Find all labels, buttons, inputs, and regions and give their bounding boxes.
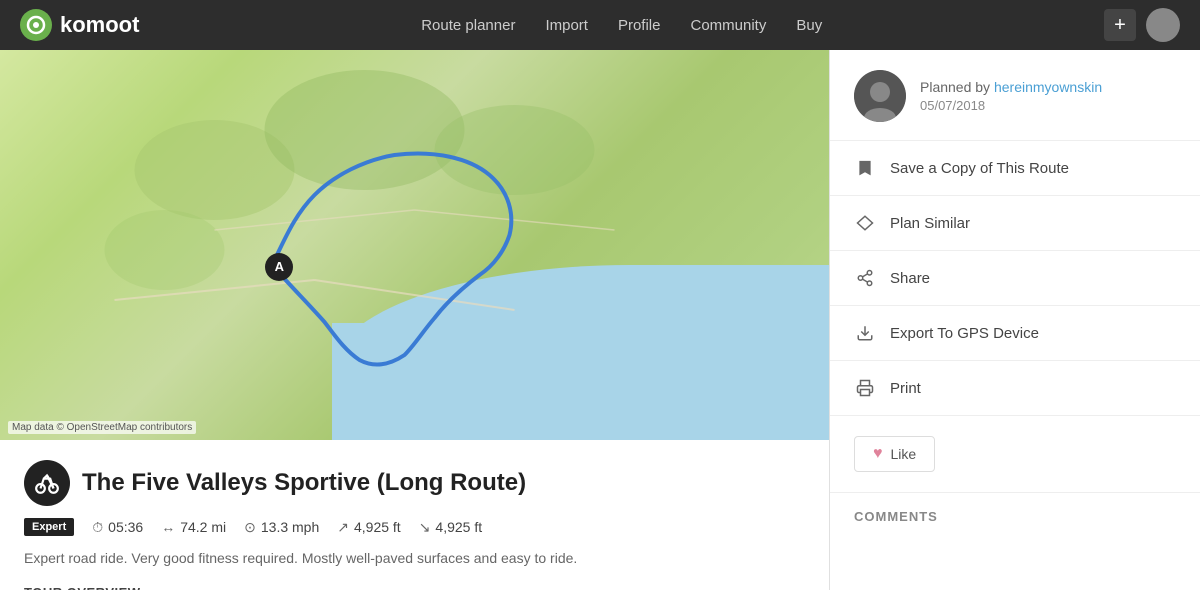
main-nav: Route planner Import Profile Community B… bbox=[421, 17, 822, 34]
route-info: The Five Valleys Sportive (Long Route) E… bbox=[0, 440, 829, 590]
action-export-gps-label: Export To GPS Device bbox=[890, 325, 1039, 342]
share-icon bbox=[854, 267, 876, 289]
download-icon bbox=[854, 322, 876, 344]
action-save-copy-label: Save a Copy of This Route bbox=[890, 160, 1069, 177]
clock-icon: ⏱ bbox=[92, 519, 103, 536]
bookmark-icon bbox=[854, 157, 876, 179]
nav-profile[interactable]: Profile bbox=[618, 17, 661, 34]
nav-community[interactable]: Community bbox=[691, 17, 767, 34]
action-share-label: Share bbox=[890, 270, 930, 287]
stat-ascent: ↗ 4,925 ft bbox=[337, 519, 400, 536]
map-area[interactable]: A Map data © OpenStreetMap contributors bbox=[0, 50, 829, 440]
sidebar-actions: Save a Copy of This Route Plan Similar bbox=[830, 141, 1200, 416]
route-title-row: The Five Valleys Sportive (Long Route) bbox=[24, 460, 805, 506]
planner-link[interactable]: hereinmyownskin bbox=[994, 79, 1102, 95]
main-header: komoot Route planner Import Profile Comm… bbox=[0, 0, 1200, 50]
action-save-copy[interactable]: Save a Copy of This Route bbox=[830, 141, 1200, 196]
stat-distance: ↔ 74.2 mi bbox=[161, 519, 226, 535]
logo[interactable]: komoot bbox=[20, 9, 139, 41]
left-panel: A Map data © OpenStreetMap contributors bbox=[0, 50, 830, 590]
planned-by-section: Planned by hereinmyownskin 05/07/2018 bbox=[830, 50, 1200, 141]
diamond-icon bbox=[854, 212, 876, 234]
action-plan-similar[interactable]: Plan Similar bbox=[830, 196, 1200, 251]
like-label: Like bbox=[891, 446, 917, 462]
planner-avatar bbox=[854, 70, 906, 122]
bike-icon-circle bbox=[24, 460, 70, 506]
add-button[interactable]: + bbox=[1104, 9, 1136, 41]
action-export-gps[interactable]: Export To GPS Device bbox=[830, 306, 1200, 361]
nav-import[interactable]: Import bbox=[545, 17, 588, 34]
map-copyright: Map data © OpenStreetMap contributors bbox=[8, 421, 196, 434]
nav-route-planner[interactable]: Route planner bbox=[421, 17, 515, 34]
stat-descent: ↘ 4,925 ft bbox=[419, 519, 482, 536]
stat-speed: ⊙ 13.3 mph bbox=[244, 519, 319, 536]
like-button[interactable]: ♥ Like bbox=[854, 436, 935, 472]
action-plan-similar-label: Plan Similar bbox=[890, 215, 970, 232]
route-description: Expert road ride. Very good fitness requ… bbox=[24, 548, 805, 569]
logo-icon bbox=[20, 9, 52, 41]
logo-text: komoot bbox=[60, 12, 139, 38]
comments-label: COMMENTS bbox=[854, 509, 1176, 524]
action-share[interactable]: Share bbox=[830, 251, 1200, 306]
map-placeholder: A Map data © OpenStreetMap contributors bbox=[0, 50, 829, 440]
header-right: + bbox=[1104, 8, 1180, 42]
nav-buy[interactable]: Buy bbox=[796, 17, 822, 34]
plan-date: 05/07/2018 bbox=[920, 98, 1102, 113]
stats-row: Expert ⏱ 05:36 ↔ 74.2 mi ⊙ 13.3 mph ↗ 4,… bbox=[24, 518, 805, 536]
descent-icon: ↘ bbox=[419, 519, 431, 536]
distance-icon: ↔ bbox=[161, 519, 175, 535]
heart-icon: ♥ bbox=[873, 445, 883, 463]
stat-time: ⏱ 05:36 bbox=[92, 519, 143, 536]
right-sidebar: Planned by hereinmyownskin 05/07/2018 Sa… bbox=[830, 50, 1200, 590]
action-print-label: Print bbox=[890, 380, 921, 397]
route-title: The Five Valleys Sportive (Long Route) bbox=[82, 469, 526, 497]
ascent-icon: ↗ bbox=[337, 519, 349, 536]
planned-by-text: Planned by hereinmyownskin bbox=[920, 79, 1102, 95]
user-avatar[interactable] bbox=[1146, 8, 1180, 42]
action-print[interactable]: Print bbox=[830, 361, 1200, 416]
route-svg bbox=[0, 50, 829, 440]
main-container: A Map data © OpenStreetMap contributors bbox=[0, 50, 1200, 590]
like-section: ♥ Like bbox=[830, 416, 1200, 493]
comments-section: COMMENTS bbox=[830, 493, 1200, 540]
tour-overview-label: TOUR OVERVIEW bbox=[24, 585, 805, 590]
difficulty-badge: Expert bbox=[24, 518, 74, 536]
route-start-marker: A bbox=[265, 253, 293, 281]
print-icon bbox=[854, 377, 876, 399]
speed-icon: ⊙ bbox=[244, 519, 256, 536]
planner-info: Planned by hereinmyownskin 05/07/2018 bbox=[920, 79, 1102, 113]
